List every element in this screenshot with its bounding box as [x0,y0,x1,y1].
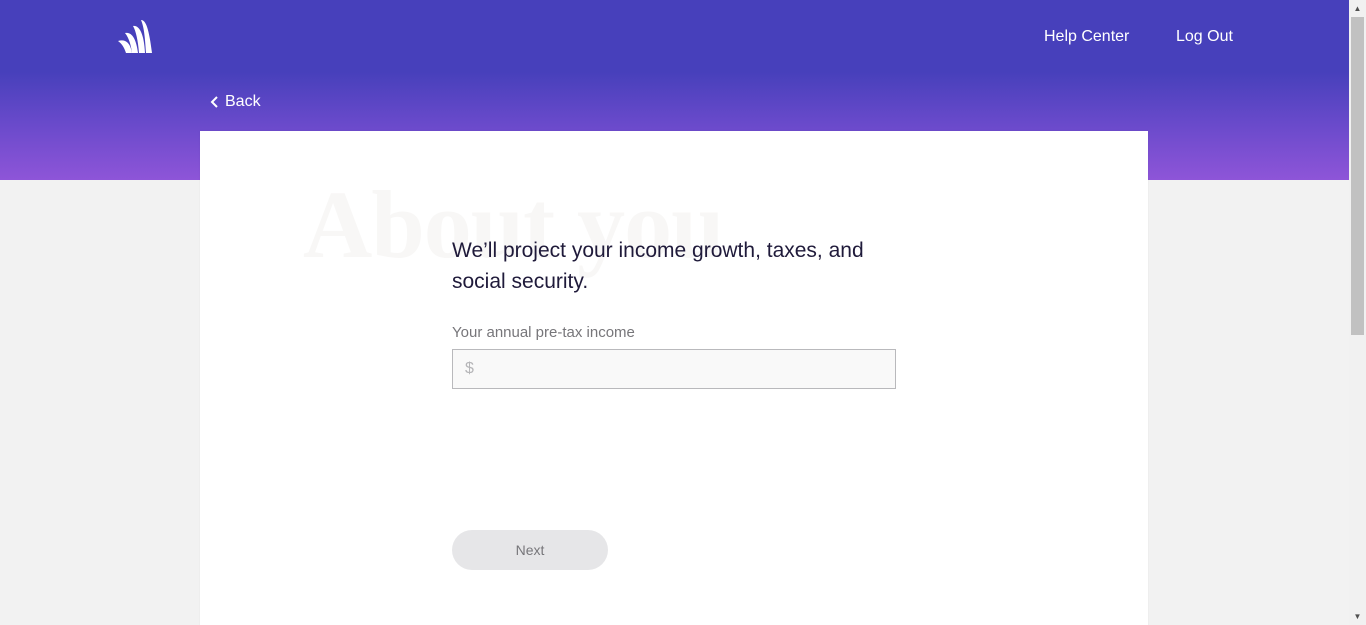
back-label: Back [225,93,261,110]
form-card: About you We’ll project your income grow… [200,131,1148,625]
scroll-up-arrow-icon[interactable]: ▲ [1349,0,1366,17]
annual-income-input[interactable] [473,350,895,388]
scroll-down-arrow-icon[interactable]: ▼ [1349,608,1366,625]
currency-symbol: $ [465,360,474,377]
page: Help Center Log Out Back About you We’ll… [0,0,1349,625]
vertical-scrollbar[interactable]: ▲ ▼ [1349,0,1366,625]
next-button[interactable]: Next [452,530,608,570]
income-field-label: Your annual pre-tax income [452,324,635,341]
wealthfront-logo[interactable] [117,19,153,53]
help-center-link[interactable]: Help Center [1044,27,1129,47]
chevron-left-icon [210,96,218,108]
scrollbar-thumb[interactable] [1351,17,1364,335]
log-out-link[interactable]: Log Out [1176,27,1233,47]
income-input-wrapper: $ [452,349,896,389]
page-question: We’ll project your income growth, taxes,… [452,239,864,293]
back-button[interactable]: Back [210,92,261,112]
